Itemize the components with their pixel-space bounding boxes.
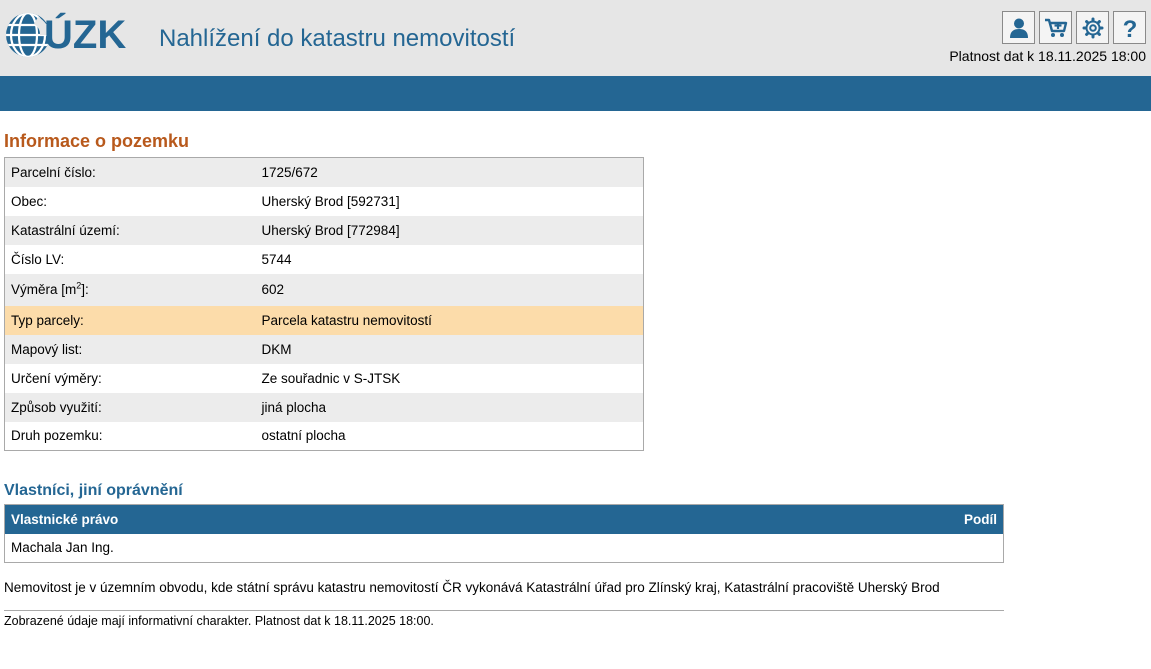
- jurisdiction-note: Nemovitost je v územním obvodu, kde stát…: [4, 580, 940, 595]
- table-row: Výměra [m2]: 602: [4, 273, 644, 306]
- column-header-share: Podíl: [728, 504, 1004, 534]
- table-row: Parcelní číslo: 1725/672: [4, 157, 644, 187]
- user-button[interactable]: [1002, 11, 1035, 44]
- main-navbar: [0, 76, 1151, 111]
- row-label: Obec:: [4, 186, 256, 216]
- gear-icon: [1082, 17, 1103, 38]
- row-label-area: Výměra [m2]:: [4, 273, 256, 306]
- row-label: Typ parcely:: [4, 305, 256, 335]
- header-toolbar: ?: [1002, 11, 1146, 44]
- table-row: Číslo LV: 5744: [4, 244, 644, 274]
- owner-name: Machala Jan Ing.: [4, 533, 729, 563]
- table-row: Mapový list: DKM: [4, 334, 644, 364]
- row-value: ostatní plocha: [255, 421, 644, 451]
- column-header-ownership: Vlastnické právo: [4, 504, 729, 534]
- row-label: Parcelní číslo:: [4, 157, 256, 187]
- data-validity: Platnost dat k 18.11.2025 18:00: [949, 48, 1146, 64]
- parcel-info-table: Parcelní číslo: 1725/672 Obec: Uherský B…: [4, 157, 644, 451]
- footer-divider: [4, 610, 1004, 611]
- row-label: Katastrální území:: [4, 215, 256, 245]
- help-button[interactable]: ?: [1113, 11, 1146, 44]
- table-row: Způsob využití: jiná plocha: [4, 392, 644, 422]
- owners-table: Vlastnické právo Podíl Machala Jan Ing.: [4, 504, 1004, 563]
- row-value: Parcela katastru nemovitostí: [255, 305, 644, 335]
- row-value: 5744: [255, 244, 644, 274]
- logo-text: ÚZK: [44, 13, 127, 57]
- row-value: Uherský Brod [592731]: [255, 186, 644, 216]
- user-icon: [1009, 18, 1028, 38]
- table-row: Určení výměry: Ze souřadnic v S-JTSK: [4, 363, 644, 393]
- row-value: Uherský Brod [772984]: [255, 215, 644, 245]
- row-label: Mapový list:: [4, 334, 256, 364]
- help-icon: ?: [1122, 16, 1137, 40]
- footer-disclaimer: Zobrazené údaje mají informativní charak…: [4, 614, 434, 628]
- owners-title: Vlastníci, jiní oprávnění: [4, 482, 183, 499]
- row-value: 1725/672: [255, 157, 644, 187]
- cart-button[interactable]: [1039, 11, 1072, 44]
- table-row: Druh pozemku: ostatní plocha: [4, 421, 644, 451]
- row-value: DKM: [255, 334, 644, 364]
- table-row-highlighted: Typ parcely: Parcela katastru nemovitost…: [4, 305, 644, 335]
- table-row: Katastrální území: Uherský Brod [772984]: [4, 215, 644, 245]
- row-value: 602: [255, 273, 644, 306]
- app-title: Nahlížení do katastru nemovitostí: [159, 25, 516, 52]
- row-label: Určení výměry:: [4, 363, 256, 393]
- cuzk-logo[interactable]: ÚZK: [4, 9, 156, 61]
- table-row: Obec: Uherský Brod [592731]: [4, 186, 644, 216]
- owner-share: [728, 533, 1004, 563]
- owners-header-row: Vlastnické právo Podíl: [4, 504, 1004, 534]
- row-value: jiná plocha: [255, 392, 644, 422]
- row-label: Druh pozemku:: [4, 421, 256, 451]
- settings-button[interactable]: [1076, 11, 1109, 44]
- row-value: Ze souřadnic v S-JTSK: [255, 363, 644, 393]
- area-label-prefix: Výměra [m: [11, 282, 77, 297]
- app-header: ÚZK Nahlížení do katastru nemovitostí ? …: [0, 0, 1151, 76]
- svg-text:?: ?: [1122, 16, 1137, 40]
- row-label: Způsob využití:: [4, 392, 256, 422]
- area-label-suffix: ]:: [81, 282, 89, 297]
- owner-row: Machala Jan Ing.: [4, 533, 1004, 563]
- cart-icon: [1044, 18, 1067, 37]
- row-label: Číslo LV:: [4, 244, 256, 274]
- parcel-info-title: Informace o pozemku: [4, 131, 190, 151]
